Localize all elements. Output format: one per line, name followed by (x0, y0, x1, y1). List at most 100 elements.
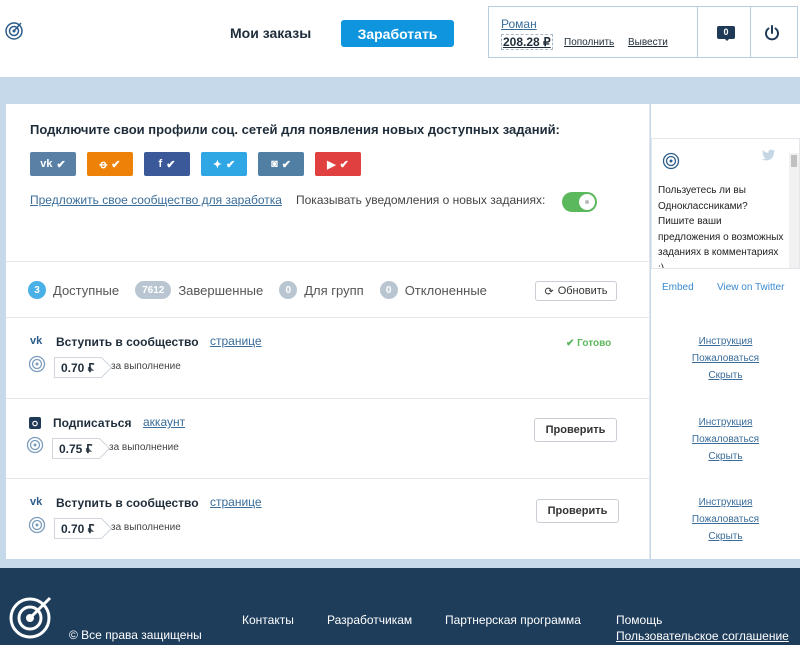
footer-link-partners[interactable]: Партнерская программа (445, 613, 581, 627)
hide-link[interactable]: Скрыть (651, 528, 800, 545)
check-button[interactable]: Проверить (534, 418, 617, 442)
tweet-text: Пользуетесь ли вы Одноклассниками? Пишит… (658, 185, 784, 269)
hide-link[interactable]: Скрыть (651, 448, 800, 465)
tab-label: Доступные (53, 282, 120, 298)
suggest-community-link[interactable]: Предложить свое сообщество для заработка (30, 193, 282, 207)
task-row: vk Вступить в сообщество странице 0.70 ₽… (6, 318, 650, 398)
task-link[interactable]: аккаунт (143, 415, 185, 429)
target-icon (26, 436, 44, 454)
account-divider (750, 7, 751, 57)
vk-icon: vk (30, 496, 43, 508)
twitter-icon: ✦ (212, 158, 222, 171)
instruction-link[interactable]: Инструкция (651, 494, 800, 511)
instagram-icon: ◙ (271, 158, 278, 170)
task-row: Подписаться аккаунт 0.75 ₽ за выполнение… (6, 399, 650, 479)
price-label: за выполнение (111, 522, 181, 533)
task-title: Вступить в сообщество (56, 335, 199, 349)
tab-available[interactable]: 3 Доступные (28, 281, 119, 299)
check-icon: ✔ (281, 158, 291, 171)
footer-link-contacts[interactable]: Контакты (242, 613, 294, 627)
complain-link[interactable]: Пожаловаться (651, 511, 800, 528)
refresh-button[interactable]: ⟳ Обновить (535, 281, 617, 301)
tab-completed[interactable]: 7612 Завершенные (135, 281, 263, 299)
price-tag: 0.75 ₽ (52, 438, 100, 459)
task-link[interactable]: странице (210, 334, 262, 348)
account-balance[interactable]: 208.28 ₽ (501, 34, 553, 50)
connect-ok-button[interactable]: ꝋ ✔ (87, 152, 133, 176)
footer-link-help[interactable]: Помощь (616, 613, 662, 627)
tab-count: 7612 (135, 281, 172, 299)
complain-link[interactable]: Пожаловаться (651, 350, 800, 367)
avatar (662, 152, 680, 170)
notify-toggle[interactable] (562, 192, 597, 212)
youtube-icon: ▶ (327, 158, 336, 171)
status-label: Готово (577, 338, 612, 349)
tab-label: Завершенные (178, 282, 264, 298)
instruction-link[interactable]: Инструкция (651, 414, 800, 431)
instruction-link[interactable]: Инструкция (651, 333, 800, 350)
view-on-twitter-link[interactable]: View on Twitter (717, 282, 784, 293)
messages-badge[interactable]: 0 (717, 26, 735, 41)
earn-button[interactable]: Заработать (341, 20, 454, 47)
header: Мои заказы Заработать Роман 208.28 ₽ Поп… (0, 0, 800, 77)
footer: © Все права защищены Контакты Разработчи… (0, 568, 800, 645)
connect-twitter-button[interactable]: ✦ ✔ (201, 152, 247, 176)
refresh-icon: ⟳ (544, 285, 554, 298)
check-icon: ✔ (56, 158, 66, 171)
status-done: ✔ Готово (566, 338, 612, 349)
power-icon[interactable] (763, 24, 781, 42)
task-title: Подписаться (53, 416, 132, 430)
check-icon: ✔ (166, 158, 176, 171)
task-row: vk Вступить в сообщество странице 0.70 ₽… (6, 479, 650, 559)
withdraw-link[interactable]: Вывести (628, 37, 668, 48)
topup-link[interactable]: Пополнить (564, 37, 614, 48)
footer-link-agreement[interactable]: Пользовательское соглашение (616, 629, 789, 643)
tab-rejected[interactable]: 0 Отклоненные (379, 281, 487, 299)
price-tag: 0.70 ₽ (54, 518, 102, 539)
check-icon: ✔ (226, 158, 236, 171)
tab-count: 3 (28, 281, 46, 299)
twitter-widget[interactable]: Пользуетесь ли вы Одноклассниками? Пишит… (651, 138, 800, 269)
check-button[interactable]: Проверить (536, 499, 619, 523)
footer-link-developers[interactable]: Разработчикам (327, 613, 412, 627)
account-box: Роман 208.28 ₽ Пополнить Вывести 0 (488, 6, 798, 58)
vk-icon: vk (30, 335, 43, 347)
price-label: за выполнение (111, 361, 181, 372)
check-icon: ✔ (339, 158, 349, 171)
task-actions: Инструкция Пожаловаться Скрыть (651, 494, 800, 545)
connect-instagram-button[interactable]: ◙ ✔ (258, 152, 304, 176)
tab-count: 0 (279, 281, 298, 299)
tab-for-groups[interactable]: 0 Для групп (279, 281, 364, 299)
divider (6, 261, 650, 262)
scrollbar[interactable] (789, 153, 799, 268)
scrollbar-thumb[interactable] (791, 155, 797, 167)
task-link[interactable]: странице (210, 495, 262, 509)
odnoklassniki-icon: ꝋ (99, 158, 108, 171)
embed-link[interactable]: Embed (662, 282, 694, 293)
nav-my-orders[interactable]: Мои заказы (230, 25, 311, 41)
task-actions: Инструкция Пожаловаться Скрыть (651, 333, 800, 384)
complain-link[interactable]: Пожаловаться (651, 431, 800, 448)
facebook-icon: f (158, 158, 163, 170)
logo-icon[interactable] (4, 20, 24, 40)
target-icon (28, 355, 46, 373)
instagram-icon (29, 417, 41, 429)
account-divider (697, 7, 698, 57)
connect-facebook-button[interactable]: f ✔ (144, 152, 190, 176)
task-title: Вступить в сообщество (56, 496, 199, 510)
logo-icon[interactable] (8, 592, 56, 640)
target-icon (28, 516, 46, 534)
price-label: за выполнение (109, 442, 179, 453)
account-name[interactable]: Роман (501, 17, 537, 31)
copyright: © Все права защищены (69, 628, 202, 642)
hide-link[interactable]: Скрыть (651, 367, 800, 384)
check-icon: ✔ (111, 158, 121, 171)
refresh-label: Обновить (557, 285, 608, 297)
toggle-knob (579, 194, 595, 210)
task-tabs: 3 Доступные 7612 Завершенные 0 Для групп… (28, 281, 503, 299)
connect-vk-button[interactable]: vk ✔ (30, 152, 76, 176)
vk-icon: vk (40, 158, 53, 170)
tab-label: Для групп (304, 282, 364, 298)
connect-youtube-button[interactable]: ▶ ✔ (315, 152, 361, 176)
tasks-panel: Подключите свои профили соц. сетей для п… (6, 104, 650, 559)
